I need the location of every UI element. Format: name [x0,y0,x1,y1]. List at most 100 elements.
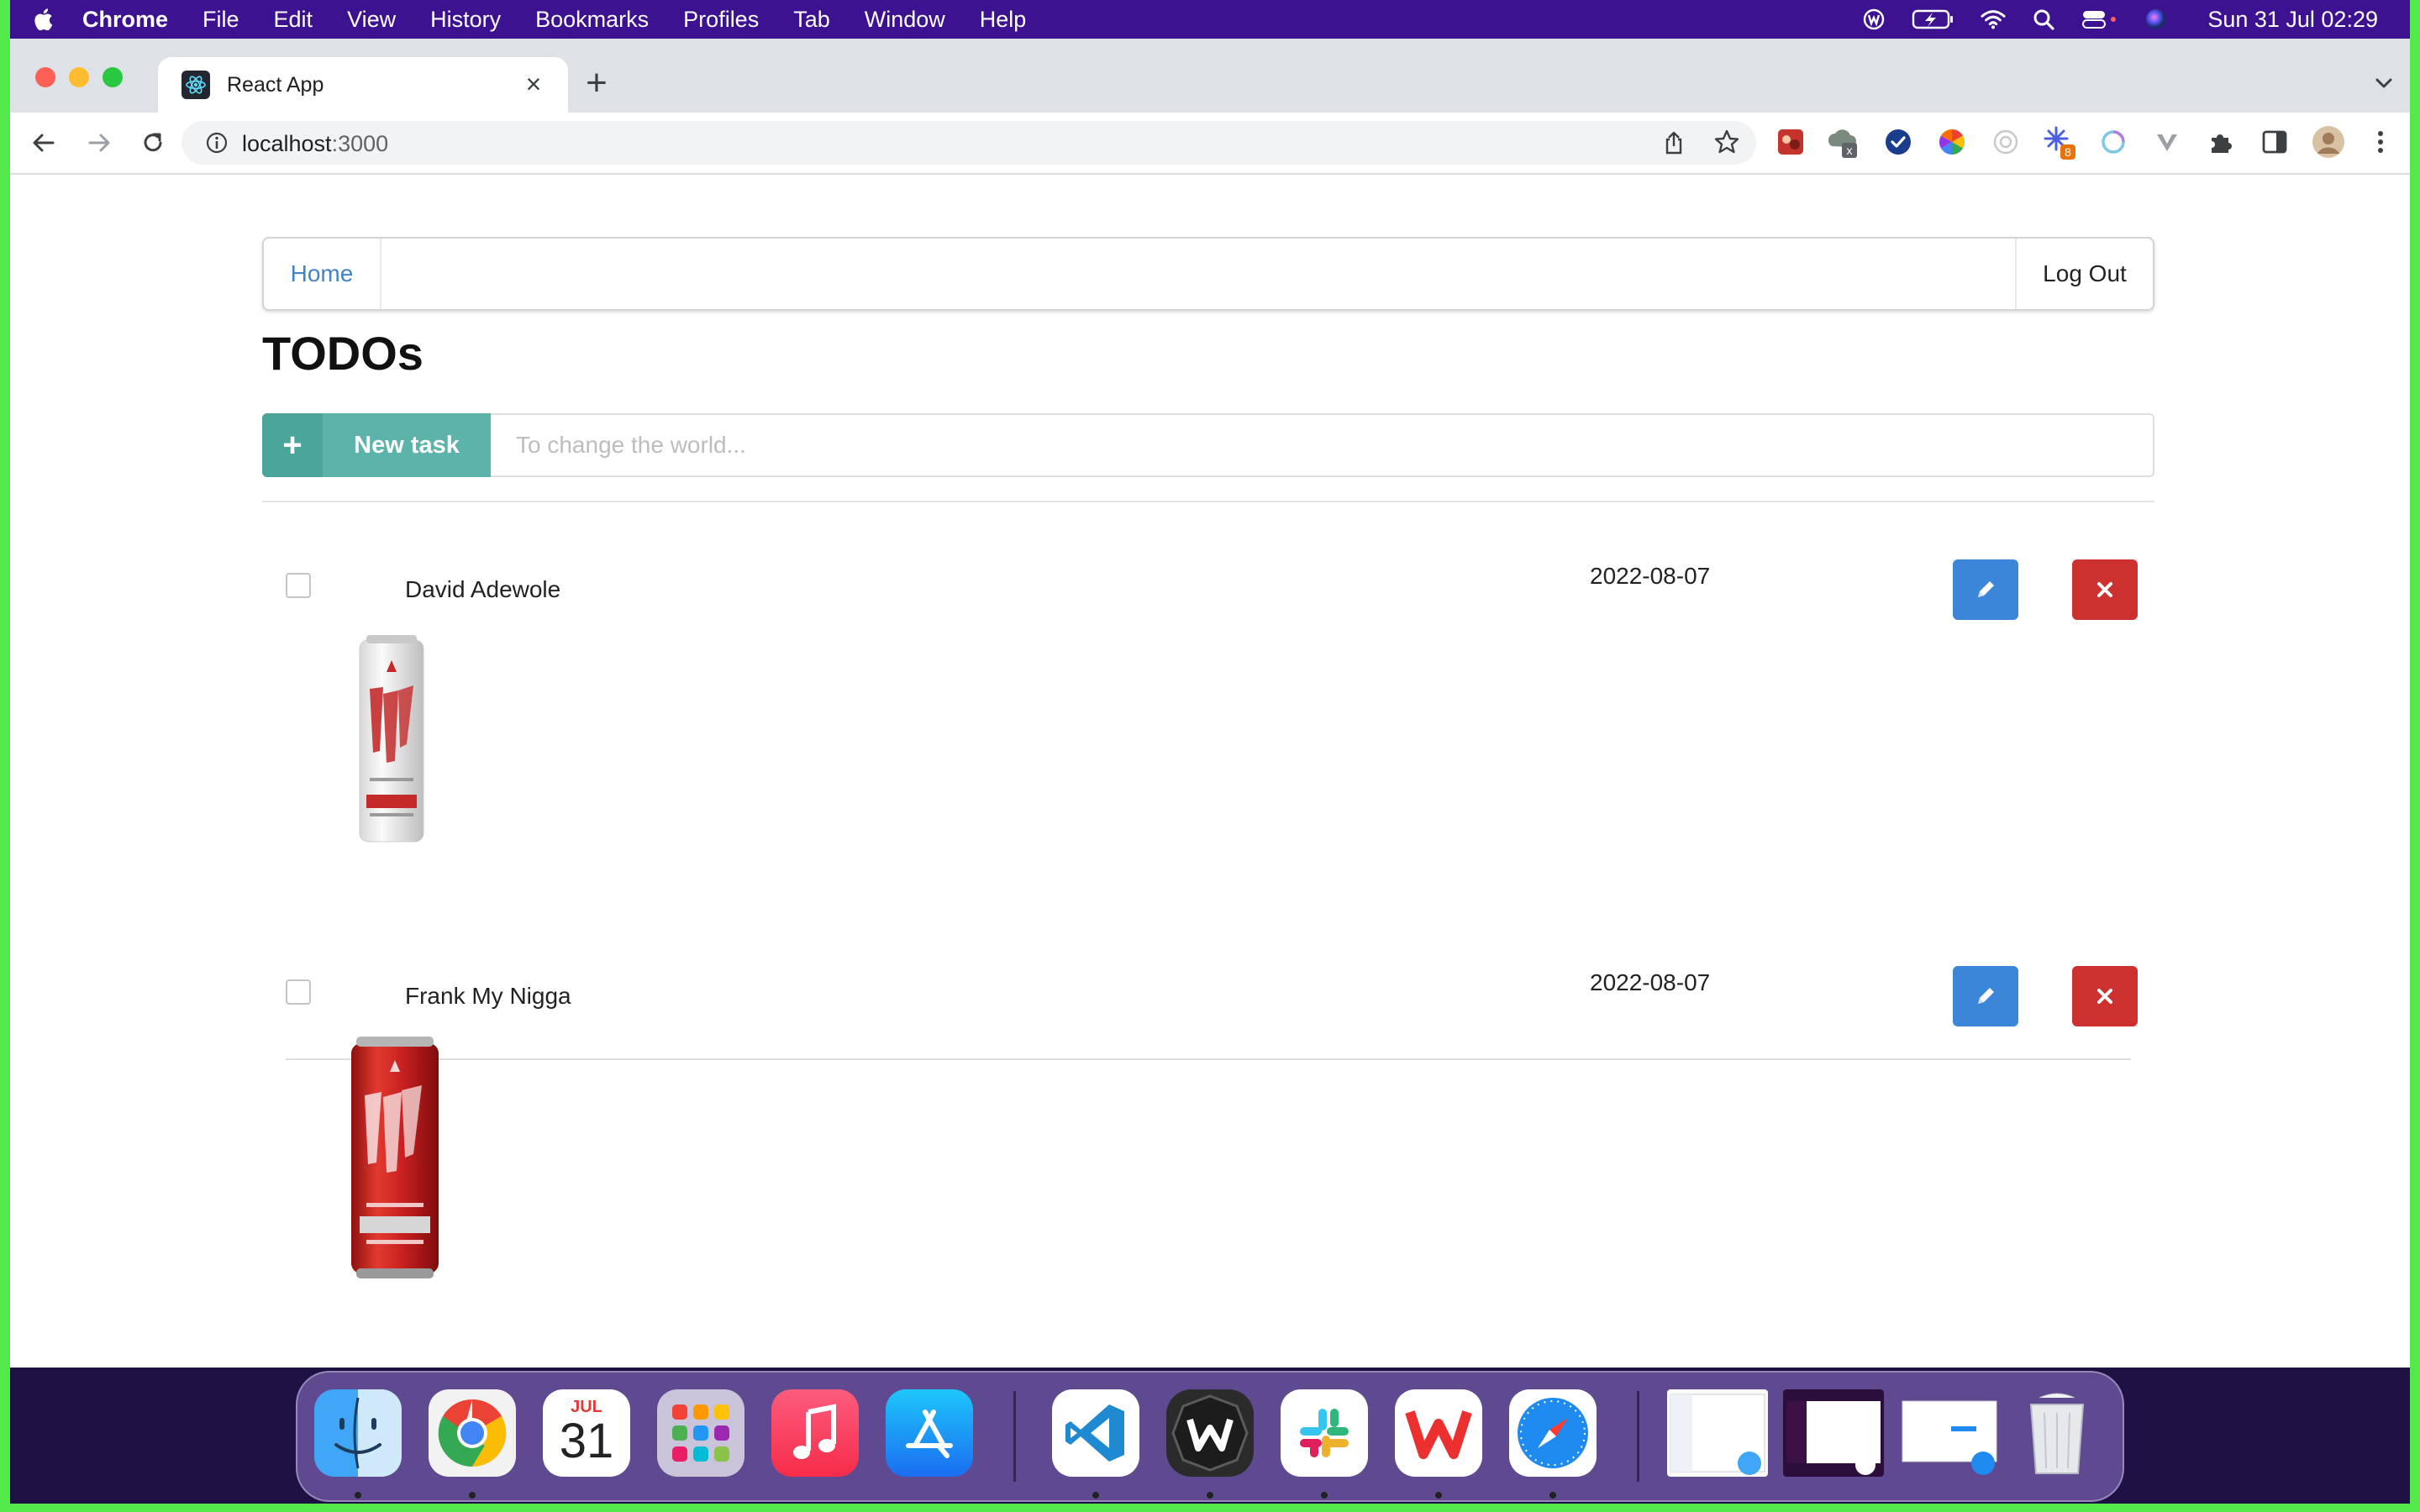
cloud-x-extension-icon[interactable]: x [1825,124,1860,160]
dock-running-indicator [1092,1492,1099,1499]
tab-search-chevron-icon[interactable] [2370,69,2398,97]
delete-button[interactable] [2072,966,2138,1026]
window-zoom-button[interactable] [103,67,123,87]
menu-profiles[interactable]: Profiles [683,7,759,33]
minimized-window-finder-icon[interactable] [1667,1389,1768,1477]
siri-icon[interactable] [2144,7,2169,32]
dock-running-indicator [1549,1492,1556,1499]
checkmark-extension-icon[interactable] [1881,124,1916,160]
extensions-puzzle-icon[interactable] [2203,124,2238,160]
chrome-icon[interactable] [429,1389,516,1477]
dock-running-indicator [1207,1492,1213,1499]
macos-dock: JUL 31 [296,1371,2124,1502]
browser-window: React App × + localhost:3000 x 8 Home Lo… [10,39,2410,1368]
delete-button[interactable] [2072,559,2138,620]
vee-extension-icon[interactable] [2149,124,2185,160]
menu-file[interactable]: File [203,7,239,33]
app-store-icon[interactable] [886,1389,973,1477]
pencil-icon [1978,988,1994,1004]
todo-name: Frank My Nigga [405,983,571,1009]
menu-help[interactable]: Help [980,7,1027,33]
menu-tab[interactable]: Tab [793,7,830,33]
photo-extension-icon[interactable] [1773,124,1808,160]
wps-icon[interactable] [1861,7,1886,32]
chrome-menu-kebab-icon[interactable] [2363,124,2398,160]
tab-react-app[interactable]: React App × [158,57,568,113]
new-tab-button[interactable]: + [580,65,613,102]
dock-running-indicator [1321,1492,1328,1499]
tab-close-icon[interactable]: × [521,71,546,97]
todo-date: 2022-08-07 [1590,563,1711,589]
dock-running-indicator [469,1492,476,1499]
menu-view[interactable]: View [347,7,396,33]
forward-arrow-icon[interactable] [82,126,116,160]
todo-checkbox[interactable] [286,979,311,1005]
music-icon[interactable] [771,1389,859,1477]
ring-extension-icon[interactable] [2096,124,2131,160]
nav-logout-link[interactable]: Log Out [2015,239,2153,309]
slack-icon[interactable] [1281,1389,1368,1477]
macos-menu-bar: Chrome File Edit View History Bookmarks … [10,0,2410,39]
menu-bar-clock[interactable]: Sun 31 Jul 02:29 [2207,7,2378,33]
back-arrow-icon[interactable] [27,126,60,160]
battery-charging-icon[interactable] [1912,7,1955,32]
url-text[interactable]: localhost:3000 [242,131,388,157]
address-bar[interactable]: localhost:3000 [182,121,1756,165]
todo-item: David Adewole 2022-08-07 [262,502,2154,1060]
window-close-button[interactable] [35,67,55,87]
nav-home-link[interactable]: Home [264,239,381,309]
safari-icon[interactable] [1509,1389,1597,1477]
wifi-icon[interactable] [1981,7,2006,32]
react-logo-icon [182,71,210,99]
dock-running-indicator [1435,1492,1442,1499]
top-navigation-menu: Home Log Out [262,237,2154,311]
share-icon[interactable] [1660,129,1687,156]
window-minimize-button[interactable] [69,67,89,87]
menu-chrome[interactable]: Chrome [82,7,168,33]
tab-title: React App [227,72,324,97]
new-task-input[interactable] [491,413,2154,477]
menu-bookmarks[interactable]: Bookmarks [535,7,649,33]
close-x-icon [2097,582,2112,597]
menu-window[interactable]: Window [865,7,945,33]
url-host: localhost [242,131,332,156]
reload-icon[interactable] [136,126,170,160]
new-task-button[interactable]: + New task [262,413,491,477]
vscode-icon[interactable] [1052,1389,1139,1477]
extension-badge-8: 8 [2065,145,2071,159]
bookmark-star-icon[interactable] [1712,128,1741,156]
side-panel-icon[interactable] [2257,124,2292,160]
kaleido-extension-icon[interactable]: 8 [2042,124,2077,160]
spotlight-search-icon[interactable] [2031,7,2056,32]
trash-icon[interactable] [2013,1389,2101,1477]
color-wheel-extension-icon[interactable] [1934,124,1970,160]
calendar-day: 31 [559,1413,614,1468]
menu-history[interactable]: History [430,7,501,33]
dock-separator [1013,1391,1016,1482]
control-center-icon[interactable] [2081,7,2118,32]
menu-edit[interactable]: Edit [274,7,313,33]
minimized-window-safari-icon[interactable] [1899,1389,2000,1477]
launchpad-icon[interactable] [657,1389,744,1477]
dock-separator [1637,1391,1639,1482]
fab-can-red-icon [348,1037,442,1284]
profile-avatar[interactable] [2311,124,2346,160]
windscribe-icon[interactable] [1166,1389,1254,1477]
finder-icon[interactable] [314,1389,402,1477]
todo-checkbox[interactable] [286,573,311,598]
todo-date: 2022-08-07 [1590,969,1711,995]
edit-button[interactable] [1953,559,2018,620]
edit-button[interactable] [1953,966,2018,1026]
todo-name: David Adewole [405,576,561,602]
calendar-icon[interactable]: JUL 31 [543,1389,630,1477]
tab-strip: React App × + [10,39,2410,113]
apple-logo-icon[interactable] [34,7,57,32]
fab-x-can-silver-icon [355,635,429,858]
minimized-window-slack-icon[interactable] [1783,1389,1884,1477]
dock-running-indicator [355,1492,361,1499]
site-info-icon[interactable] [205,131,229,155]
camera-extension-icon[interactable] [1988,124,2023,160]
page-title: TODOs [262,327,424,380]
close-x-icon [2097,989,2112,1004]
wps-office-icon[interactable] [1395,1389,1482,1477]
